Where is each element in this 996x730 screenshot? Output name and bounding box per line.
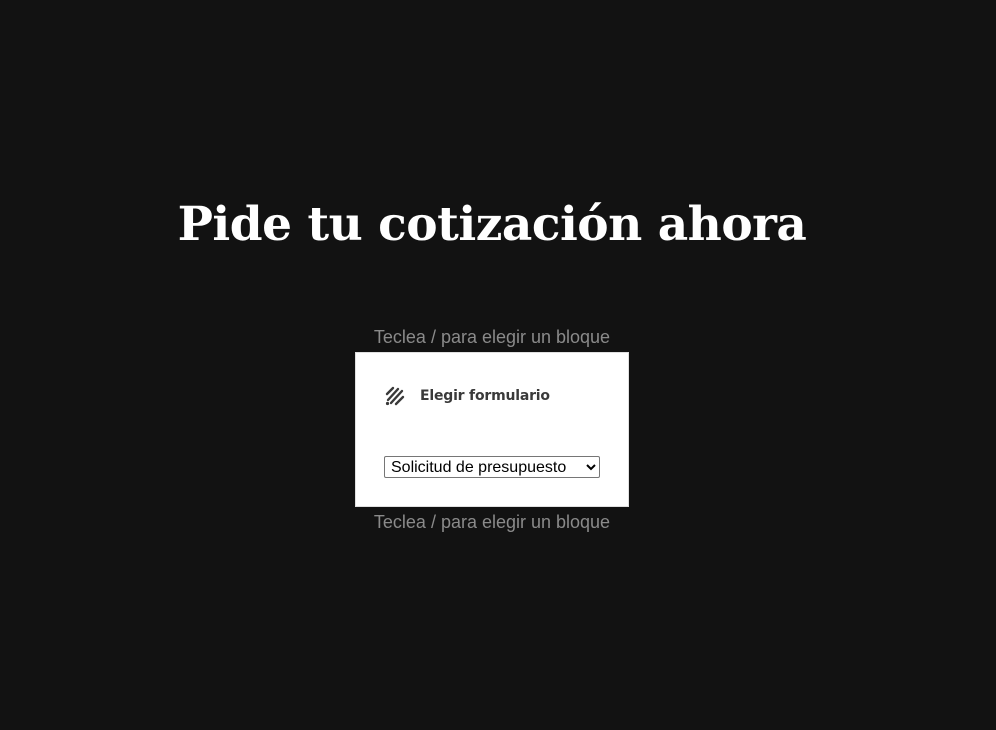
- form-selector-header: Elegir formulario: [384, 385, 550, 407]
- form-select-dropdown[interactable]: Solicitud de presupuesto: [384, 456, 600, 478]
- editor-canvas: Pide tu cotización ahora Teclea / para e…: [0, 0, 996, 730]
- block-placeholder-top[interactable]: Teclea / para elegir un bloque: [356, 324, 628, 350]
- block-placeholder-bottom[interactable]: Teclea / para elegir un bloque: [356, 509, 628, 535]
- form-selector-block[interactable]: Elegir formulario Solicitud de presupues…: [355, 352, 629, 507]
- form-block-icon: [384, 385, 406, 407]
- page-heading[interactable]: Pide tu cotización ahora: [0, 190, 984, 260]
- form-selector-title: Elegir formulario: [420, 388, 550, 404]
